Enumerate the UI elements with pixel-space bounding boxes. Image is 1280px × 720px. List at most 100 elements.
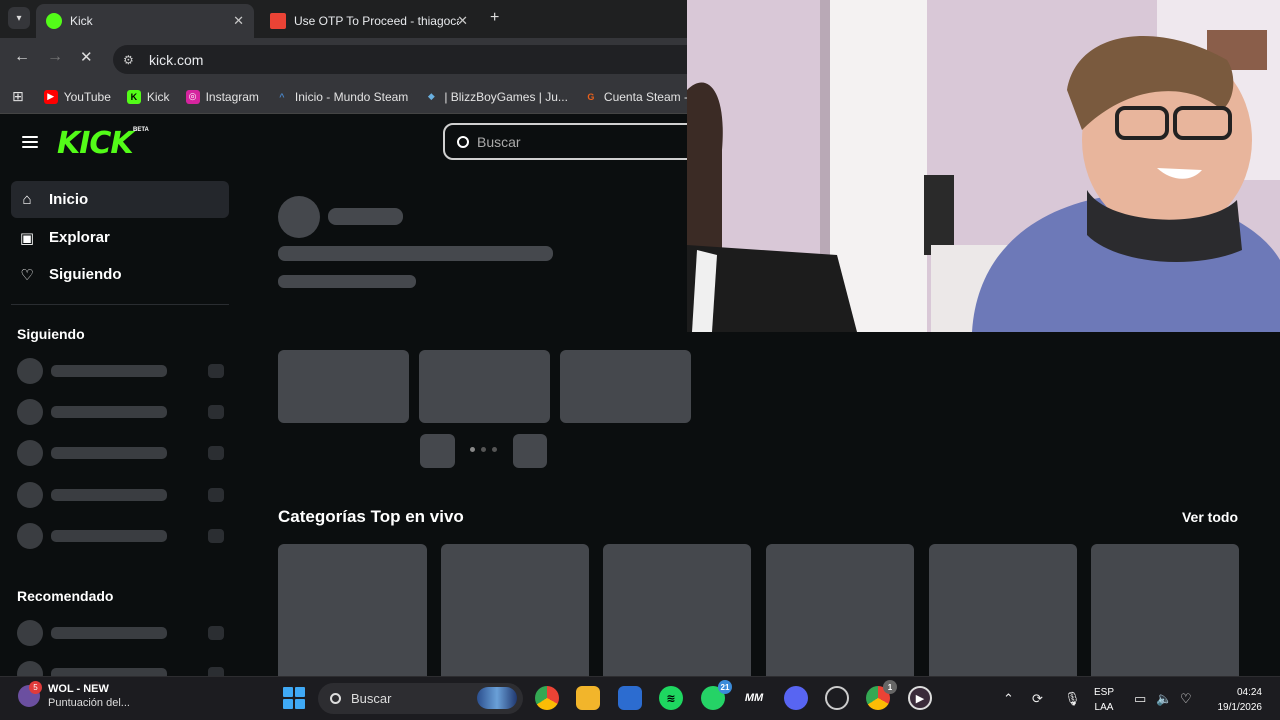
blizzboy-icon: ◆ bbox=[427, 91, 435, 101]
bookmark-label: Inicio - Mundo Steam bbox=[294, 89, 409, 104]
category-card-skeleton[interactable] bbox=[278, 544, 427, 676]
carousel-prev-button[interactable] bbox=[420, 434, 455, 468]
spotify-icon[interactable]: ≋ bbox=[659, 686, 683, 710]
obs-icon[interactable] bbox=[825, 686, 849, 710]
sidebar-item-label: Siguiendo bbox=[49, 266, 122, 283]
widget-title: WOL - NEW bbox=[48, 683, 109, 695]
tab-otp[interactable]: Use OTP To Proceed - thiagoca ✕ bbox=[260, 4, 478, 38]
sync-icon[interactable]: ⟳ bbox=[1032, 677, 1043, 720]
tab-search-button[interactable]: ▾ bbox=[8, 7, 30, 29]
windows-start-icon[interactable] bbox=[283, 687, 305, 709]
mm-app-icon[interactable]: MM bbox=[742, 686, 766, 710]
instagram-icon: ◎ bbox=[185, 89, 200, 104]
featured-avatar-skeleton bbox=[278, 196, 320, 238]
bookmark-instagram[interactable]: ◎ Instagram bbox=[185, 89, 259, 104]
widget-badge: 5 bbox=[29, 681, 42, 694]
following-skeleton-row bbox=[17, 440, 227, 466]
apps-grid-icon[interactable]: ⊞ bbox=[12, 88, 24, 105]
home-icon: ⌂ bbox=[22, 191, 32, 208]
chrome-icon[interactable] bbox=[535, 686, 559, 710]
sidebar-item-label: Explorar bbox=[49, 229, 110, 246]
category-card-skeleton[interactable] bbox=[766, 544, 914, 676]
category-card-skeleton[interactable] bbox=[1091, 544, 1239, 676]
system-clock[interactable]: 04:24 19/1/2026 bbox=[1206, 685, 1263, 715]
chrome-active-icon[interactable]: 1 bbox=[866, 680, 897, 710]
carousel-dot[interactable] bbox=[481, 447, 486, 452]
bookmark-youtube[interactable]: ▶ YouTube bbox=[43, 89, 111, 104]
sidebar-item-siguiendo[interactable]: ♡ Siguiendo bbox=[11, 256, 229, 293]
close-tab-icon[interactable]: ✕ bbox=[457, 13, 468, 29]
beta-label: BETA bbox=[133, 127, 149, 133]
microsoft-store-icon[interactable] bbox=[618, 686, 642, 710]
youtube-icon: ▶ bbox=[43, 89, 58, 104]
url-text: kick.com bbox=[149, 51, 204, 68]
search-input[interactable]: Buscar bbox=[443, 123, 703, 160]
taskbar-search-placeholder: Buscar bbox=[351, 691, 392, 706]
sidebar-divider bbox=[11, 304, 229, 305]
microphone-icon[interactable]: 🎙 bbox=[1064, 677, 1081, 720]
bookmark-label: Instagram bbox=[205, 89, 259, 104]
stop-loading-icon[interactable]: ✕ bbox=[80, 48, 93, 66]
new-tab-button[interactable]: + bbox=[490, 9, 499, 27]
volume-icon[interactable]: 🔈 bbox=[1156, 677, 1172, 720]
back-arrow-icon[interactable]: ← bbox=[14, 48, 30, 66]
language-code: ESP bbox=[1094, 687, 1115, 698]
bookmark-label: Kick bbox=[146, 89, 170, 104]
gmail-favicon-icon bbox=[270, 13, 286, 29]
clock-time: 04:24 bbox=[1236, 687, 1262, 698]
widget-subtitle: Puntuación del... bbox=[48, 697, 130, 709]
menu-hamburger-icon[interactable] bbox=[22, 136, 38, 148]
featured-title-skeleton bbox=[278, 246, 553, 261]
battery-icon[interactable]: ♡ bbox=[1180, 677, 1192, 720]
kick-icon: K bbox=[126, 89, 141, 104]
sidebar-item-label: Inicio bbox=[49, 191, 89, 208]
sidebar-item-inicio[interactable]: ⌂ Inicio bbox=[11, 181, 229, 218]
tab-title: Use OTP To Proceed - thiagoca bbox=[294, 14, 459, 28]
tab-kick[interactable]: Kick ✕ bbox=[36, 4, 254, 38]
carousel-dot[interactable] bbox=[492, 447, 497, 452]
carousel-card-skeleton bbox=[419, 350, 550, 423]
close-tab-icon[interactable]: ✕ bbox=[233, 13, 244, 29]
network-icon[interactable]: ▭ bbox=[1134, 677, 1146, 720]
clock-date: 19/1/2026 bbox=[1217, 702, 1263, 713]
game-widget-icon: 5 bbox=[18, 681, 42, 707]
whatsapp-icon[interactable]: 21 bbox=[701, 680, 732, 710]
windows-taskbar: 5 WOL - NEW Puntuación del... Buscar ≋ 2… bbox=[0, 676, 1280, 720]
language-indicator[interactable]: ESP LAA bbox=[1094, 685, 1114, 715]
kick-logo[interactable]: KICK bbox=[57, 126, 134, 161]
search-icon bbox=[457, 135, 469, 148]
sidebar-item-explorar[interactable]: ▣ Explorar bbox=[11, 219, 229, 256]
media-player-icon[interactable]: ▶ bbox=[908, 686, 932, 710]
category-card-skeleton[interactable] bbox=[929, 544, 1077, 676]
featured-meta-skeleton bbox=[278, 275, 416, 288]
bookmark-mundo-steam[interactable]: ^ Inicio - Mundo Steam bbox=[275, 90, 408, 104]
explore-icon: ▣ bbox=[19, 229, 35, 247]
bookmark-label: | BlizzBoyGames | Ju... bbox=[444, 89, 568, 104]
webcam-scene bbox=[687, 0, 1280, 332]
tab-title: Kick bbox=[70, 14, 93, 28]
mundo-steam-icon: ^ bbox=[279, 91, 285, 102]
category-card-skeleton[interactable] bbox=[603, 544, 751, 676]
chevron-up-icon[interactable]: ⌃ bbox=[1003, 677, 1014, 720]
see-all-link[interactable]: Ver todo bbox=[1182, 509, 1238, 525]
recommended-skeleton-row bbox=[17, 661, 227, 676]
taskbar-search-input[interactable]: Buscar bbox=[318, 683, 523, 714]
widget-button[interactable]: 5 WOL - NEW Puntuación del... bbox=[18, 681, 130, 709]
following-skeleton-row bbox=[17, 399, 227, 425]
category-card-skeleton[interactable] bbox=[441, 544, 589, 676]
site-info-icon[interactable]: ⚙ bbox=[123, 53, 139, 67]
bookmark-kick[interactable]: K Kick bbox=[126, 89, 170, 104]
search-highlight-art bbox=[477, 687, 517, 709]
bookmark-label: YouTube bbox=[63, 89, 111, 104]
carousel-card-skeleton bbox=[560, 350, 691, 423]
carousel-next-button[interactable] bbox=[513, 434, 547, 468]
carousel-dot[interactable] bbox=[470, 447, 475, 452]
following-skeleton-row bbox=[17, 482, 227, 508]
kick-favicon-icon bbox=[46, 13, 62, 29]
discord-icon[interactable] bbox=[784, 686, 808, 710]
bookmark-blizzboy[interactable]: ◆ | BlizzBoyGames | Ju... bbox=[424, 90, 568, 104]
carousel-card-skeleton bbox=[278, 350, 409, 423]
forward-arrow-icon[interactable]: → bbox=[47, 48, 63, 66]
address-bar[interactable]: ⚙ kick.com bbox=[113, 45, 713, 74]
file-explorer-icon[interactable] bbox=[576, 686, 600, 710]
